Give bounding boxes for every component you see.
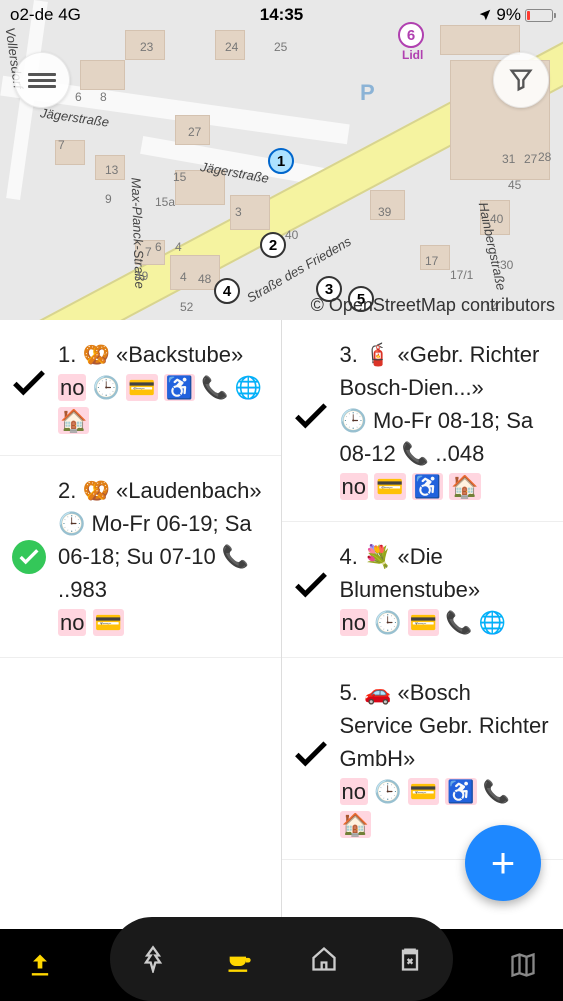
bottom-nav <box>0 929 563 1001</box>
parking-icon: P <box>360 80 375 106</box>
list-item[interactable]: 4. 💐 «Die Blumenstube» no 🕒 💳 📞 🌐 <box>282 522 563 658</box>
nav-map-icon[interactable] <box>503 945 543 985</box>
check-done-icon <box>12 540 46 574</box>
hamburger-icon <box>28 70 56 91</box>
list-item[interactable]: 1. 🥨 «Backstube» no 🕒 💳 ♿ 📞 🌐 🏠 <box>0 320 281 456</box>
list-item[interactable]: 2. 🥨 «Laudenbach» 🕒 Mo-Fr 06-19; Sa 06-1… <box>0 456 281 658</box>
map-pin-2[interactable]: 2 <box>260 232 286 258</box>
map-view[interactable]: Jägerstraße Jägerstraße Max-Planck-Straß… <box>0 0 563 320</box>
bottom-nav-inner <box>110 917 453 1001</box>
menu-button[interactable] <box>14 52 70 108</box>
lidl-label: Lidl <box>402 48 423 62</box>
filter-button[interactable] <box>493 52 549 108</box>
add-button[interactable]: + <box>465 825 541 901</box>
funnel-icon <box>507 66 535 94</box>
list-item[interactable]: 3. 🧯 «Gebr. Richter Bosch-Dien...» 🕒 Mo-… <box>282 320 563 522</box>
nav-tree-icon[interactable] <box>133 939 173 979</box>
plus-icon: + <box>491 839 516 887</box>
map-pin-4[interactable]: 4 <box>214 278 240 304</box>
map-attribution: © OpenStreetMap contributors <box>311 295 555 316</box>
nav-clipboard-icon[interactable] <box>390 939 430 979</box>
nav-upload-icon[interactable] <box>20 945 60 985</box>
check-icon <box>294 572 328 607</box>
check-icon <box>294 403 328 438</box>
carrier-label: o2-de 4G <box>10 5 81 25</box>
status-bar: o2-de 4G 14:35 9% <box>0 0 563 30</box>
nav-home-icon[interactable] <box>304 939 344 979</box>
map-pin-1[interactable]: 1 <box>268 148 294 174</box>
clock: 14:35 <box>260 5 303 25</box>
battery-icon <box>525 9 553 22</box>
location-arrow-icon <box>478 8 492 22</box>
nav-coffee-icon[interactable] <box>219 939 259 979</box>
check-icon <box>294 741 328 776</box>
status-right: 9% <box>478 5 553 25</box>
battery-pct: 9% <box>496 5 521 25</box>
check-icon <box>12 370 46 405</box>
